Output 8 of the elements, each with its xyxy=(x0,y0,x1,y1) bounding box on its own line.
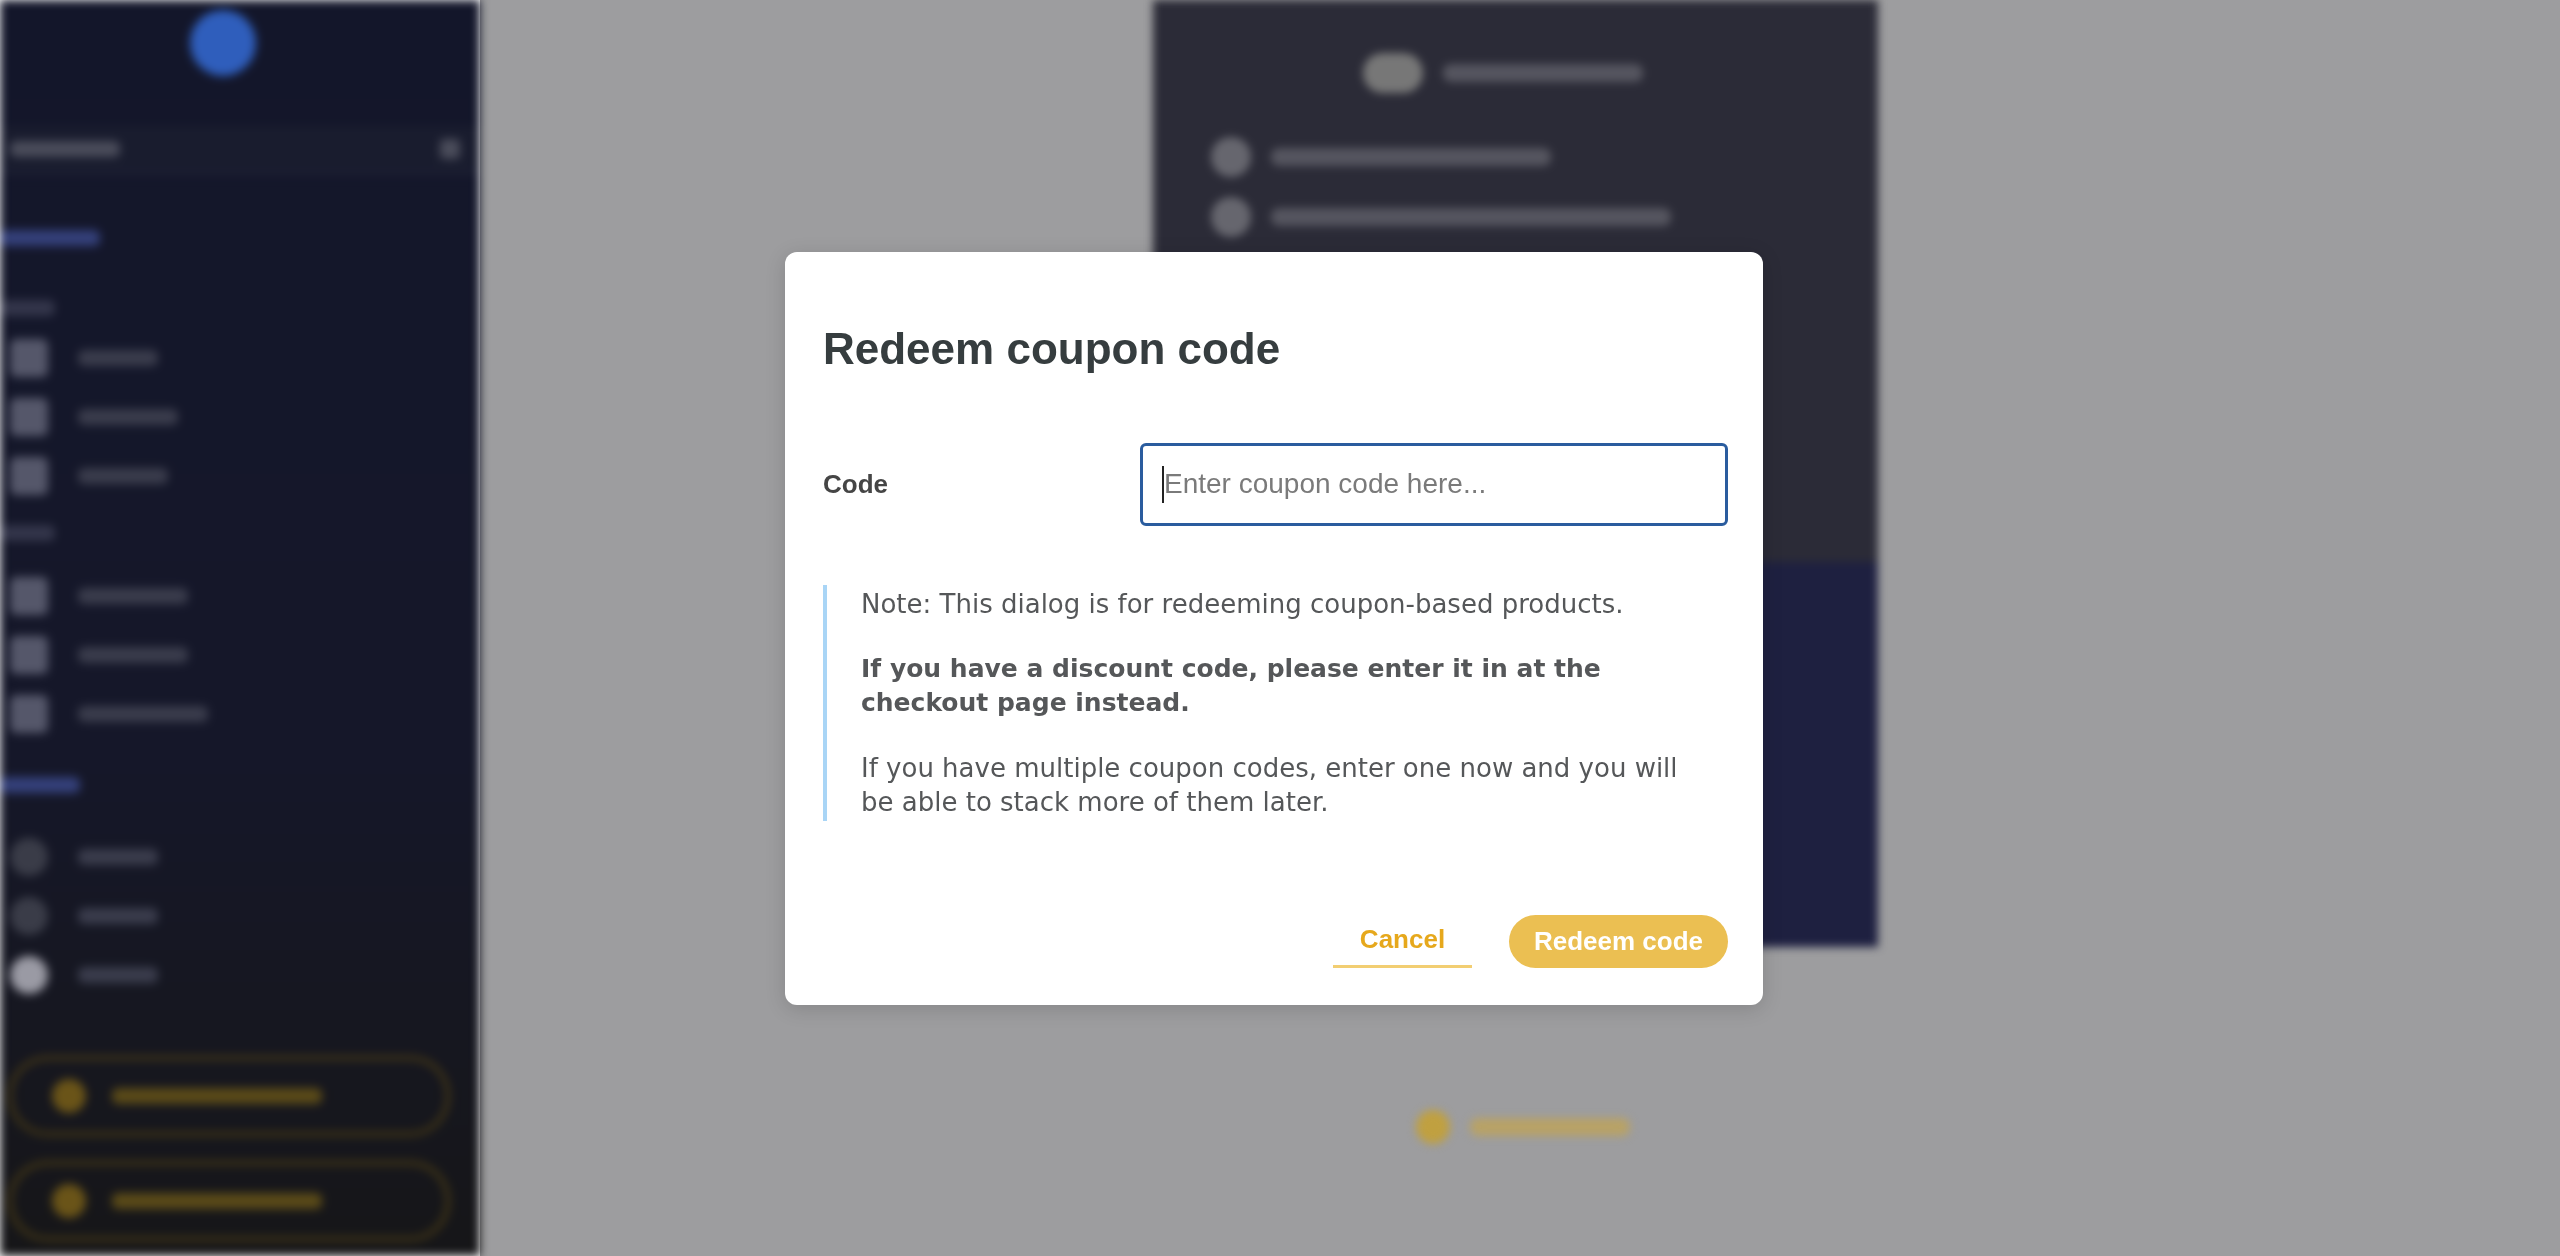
note-text: If you have a discount code, please enter it in at the checkout page instead. xyxy=(861,652,1602,719)
code-label: Code xyxy=(823,468,889,500)
text-caret-icon xyxy=(1162,465,1164,503)
coupon-code-input[interactable]: Enter coupon code here... xyxy=(1140,442,1728,526)
dialog-title: Redeem coupon code xyxy=(823,322,1281,375)
note-text: If you have multiple coupon codes, enter one now and you will be able to stack more of them later. xyxy=(861,751,1679,819)
note-text: Note: This dialog is for redeeming coupon-based products. xyxy=(861,587,1625,621)
cancel-button[interactable]: Cancel xyxy=(1333,914,1472,968)
